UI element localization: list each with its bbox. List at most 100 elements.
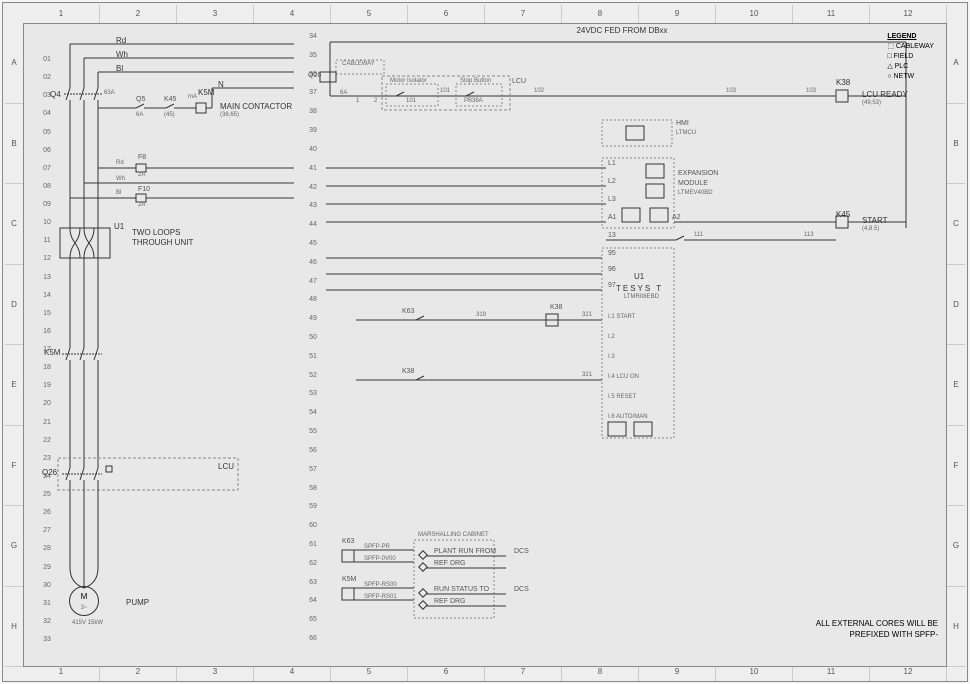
k45r: K45 — [836, 210, 850, 219]
i13: I.3 — [608, 354, 615, 360]
phase-bl2: Bl — [116, 190, 121, 196]
t13: 13 — [608, 232, 616, 239]
ref111a: 111 — [694, 232, 703, 238]
t-1: 1 — [356, 98, 359, 104]
through-unit: THROUGH UNIT — [132, 238, 193, 247]
phase-wh2: Wh — [116, 176, 125, 182]
k5mb: K5M — [342, 576, 356, 583]
ref101a: 101 — [440, 88, 450, 94]
k38c: K38 — [402, 368, 414, 375]
i16: I.6 AUTO/MAN — [608, 414, 648, 420]
module: MODULE — [678, 180, 708, 187]
outer-frame: 123456789101112 123456789101112 ABCDEFGH… — [2, 2, 968, 682]
legend-title: LEGEND — [887, 32, 934, 42]
t-2: 2 — [374, 98, 377, 104]
start-ref: (4,8.5) — [862, 226, 879, 232]
marshalling: MARSHALLING CABINET — [418, 532, 489, 538]
motor-m: M — [81, 592, 88, 601]
run-status: RUN STATUS TO — [434, 586, 489, 593]
phase-n: N — [218, 80, 224, 89]
legend-l3: PLC — [895, 63, 909, 70]
k38: K38 — [836, 78, 850, 87]
lcu-ready-ref: (49,53) — [862, 100, 881, 106]
q26r: Q26 — [308, 72, 321, 79]
q4-rating: 63A — [104, 90, 115, 96]
k45-label: K45 — [164, 96, 176, 103]
f8-rating: 2A — [138, 172, 145, 178]
dcs1: DCS — [514, 548, 529, 555]
tesys-model: LTMR08EBD — [624, 294, 659, 300]
l3: L3 — [608, 196, 616, 203]
t96: 96 — [608, 266, 616, 273]
cableway: CABLEWAY — [342, 61, 375, 67]
ref321b: 321 — [582, 372, 592, 378]
main-contactor-ref: (38,65) — [220, 112, 239, 118]
legend-l4: NETW — [894, 73, 915, 80]
spfp2: SPFP-0V00 — [364, 556, 396, 562]
legend: LEGEND ⬚ CABLEWAY □ FIELD △ PLC ○ NETW — [887, 32, 934, 82]
ref113: 113 — [804, 232, 814, 238]
i14: I.4 LCU ON — [608, 374, 639, 380]
legend-l1: CABLEWAY — [896, 43, 934, 50]
spfp3: SPFP-RS00 — [364, 582, 397, 588]
footer-note: ALL EXTERNAL CORES WILL BE PREFIXED WITH… — [816, 618, 938, 640]
spfp4: SPFP-RS01 — [364, 594, 397, 600]
ref103b: 103 — [806, 88, 816, 94]
phase-rd2: Rd — [116, 160, 124, 166]
ref319: 319 — [476, 312, 486, 318]
stop-button: Stop Button — [460, 78, 491, 84]
i15: I.5 RESET — [608, 394, 636, 400]
footer2: PREFIXED WITH SPFP- — [850, 630, 938, 639]
footer1: ALL EXTERNAL CORES WILL BE — [816, 619, 938, 628]
motor-rating: 415V 15kW — [72, 620, 103, 626]
drawing-area: 0102030405060708091011121314151617181920… — [23, 23, 947, 667]
spfp1: SPFP-PR — [364, 544, 390, 550]
hmi: HMI — [676, 120, 689, 127]
k45-ref: (45) — [164, 112, 175, 118]
exp-model: LTMEV40BD — [678, 190, 713, 196]
ref103a: 103 — [726, 88, 736, 94]
q4-label: Q4 — [50, 90, 61, 99]
phase-rd: Rd — [116, 36, 126, 45]
k5m2-label: K5M — [44, 348, 60, 357]
pb38a: PB38A — [464, 98, 483, 104]
l1: L1 — [608, 160, 616, 167]
k38b: K38 — [550, 304, 562, 311]
i11: I.1 START — [608, 314, 635, 320]
legend-l2: FIELD — [894, 53, 914, 60]
ruler-right: ABCDEFGH — [947, 23, 965, 667]
t-6a: 6A — [340, 90, 347, 96]
u1r: U1 — [634, 272, 644, 281]
start: START — [862, 216, 887, 225]
phase-wh: Wh — [116, 50, 128, 59]
ruler-top: 123456789101112 — [23, 5, 947, 23]
power-circuit-panel: 0102030405060708091011121314151617181920… — [36, 28, 294, 658]
pump-label: PUMP — [126, 598, 149, 607]
q5-label: Q5 — [136, 96, 145, 103]
lcu-ready: LCU READY — [862, 90, 908, 99]
q5-rating: 6A — [136, 112, 143, 118]
ref102: 102 — [534, 88, 544, 94]
q26-label: Q26 — [42, 468, 57, 477]
a2: A2 — [672, 214, 681, 221]
t97: 97 — [608, 282, 616, 289]
expansion: EXPANSION — [678, 170, 718, 177]
control-circuit-svg — [306, 28, 946, 668]
motor-phase: 3~ — [81, 605, 88, 611]
f10-label: F10 — [138, 186, 150, 193]
f10-rating: 2A — [138, 202, 145, 208]
ruler-left: ABCDEFGH — [5, 23, 23, 667]
power-circuit-svg — [36, 28, 294, 668]
l2: L2 — [608, 178, 616, 185]
two-loops: TWO LOOPS — [132, 228, 180, 237]
hmi-model: LTMCU — [676, 130, 696, 136]
lcu-label: LCU — [218, 462, 234, 471]
tesys: TESYS T — [616, 284, 663, 293]
u1-label: U1 — [114, 222, 124, 231]
i12: I.2 — [608, 334, 615, 340]
ma-label: mA — [188, 94, 197, 100]
a1: A1 — [608, 214, 617, 221]
f8-label: F8 — [138, 154, 146, 161]
control-circuit-panel: 3435363738394041424344454647484950515253… — [306, 28, 938, 658]
k63: K63 — [402, 308, 414, 315]
